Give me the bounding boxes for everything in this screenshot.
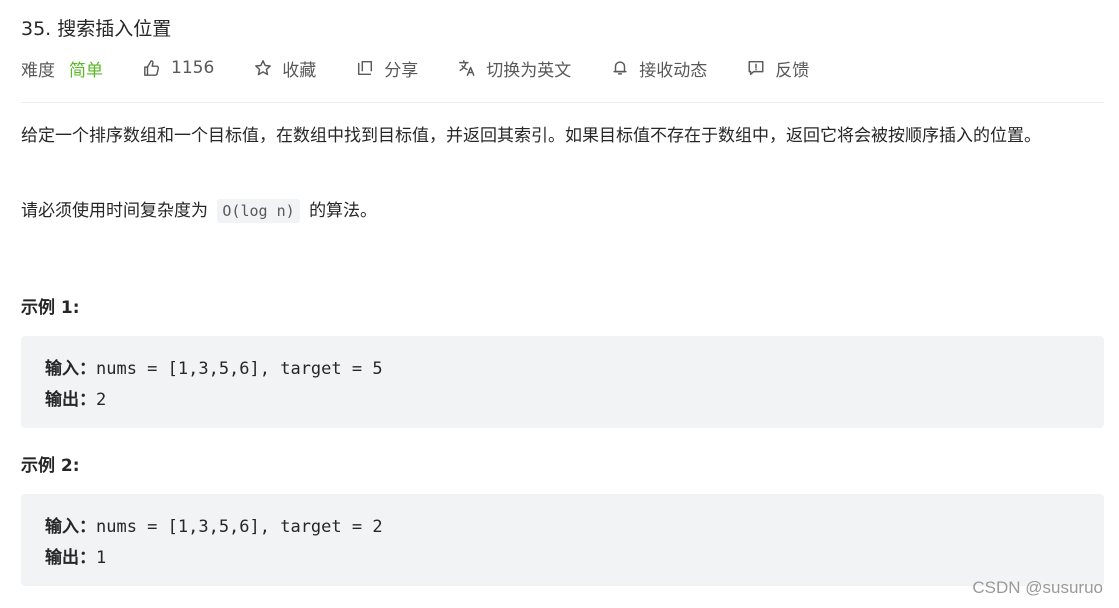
- output-label: 输出：: [45, 390, 96, 410]
- switch-language-button[interactable]: 切换为英文: [458, 56, 571, 81]
- share-label: 分享: [384, 60, 419, 81]
- feedback-icon: [748, 60, 764, 76]
- like-count: 1156: [171, 58, 215, 78]
- output-label: 输出：: [45, 548, 96, 568]
- requirement-prefix: 请必须使用时间复杂度为: [21, 201, 208, 221]
- example-2-output-line: 输出：1: [45, 543, 106, 568]
- complexity-requirement: 请必须使用时间复杂度为 O(log n) 的算法。: [21, 196, 378, 223]
- feedback-label: 反馈: [775, 60, 810, 81]
- favorite-button[interactable]: 收藏: [254, 56, 316, 81]
- bell-icon: [613, 61, 627, 75]
- like-button[interactable]: 1156: [143, 58, 214, 78]
- input-label: 输入：: [45, 517, 96, 537]
- subscribe-button[interactable]: 接收动态: [611, 56, 707, 81]
- example-2-output: 1: [96, 548, 107, 568]
- example-2-code-block: 输入：nums = [1,3,5,6], target = 2 输出：1: [21, 494, 1104, 586]
- example-1-input: nums = [1,3,5,6], target = 5: [96, 359, 383, 379]
- example-1-output-line: 输出：2: [45, 385, 106, 410]
- input-label: 输入：: [45, 359, 96, 379]
- problem-description: 给定一个排序数组和一个目标值，在数组中找到目标值，并返回其索引。如果目标值不存在…: [21, 126, 1041, 146]
- example-2-title: 示例 2:: [21, 456, 80, 476]
- header-divider: [21, 102, 1104, 103]
- problem-title: 35. 搜索插入位置: [21, 18, 172, 40]
- favorite-label: 收藏: [282, 60, 317, 81]
- thumbs-up-icon: [144, 60, 160, 76]
- share-button[interactable]: 分享: [356, 56, 418, 81]
- subscribe-label: 接收动态: [639, 60, 708, 81]
- requirement-suffix: 的算法。: [309, 201, 378, 221]
- example-2-input: nums = [1,3,5,6], target = 2: [96, 517, 383, 537]
- switch-language-label: 切换为英文: [486, 60, 572, 81]
- feedback-button[interactable]: 反馈: [747, 56, 809, 81]
- difficulty-label: 难度: [21, 60, 55, 81]
- difficulty-badge: 简单: [69, 60, 103, 81]
- csdn-watermark: CSDN @susuruo: [972, 578, 1103, 597]
- complexity-code: O(log n): [217, 199, 300, 223]
- example-1-input-line: 输入：nums = [1,3,5,6], target = 5: [45, 354, 383, 379]
- example-1-code-block: 输入：nums = [1,3,5,6], target = 5 输出：2: [21, 336, 1104, 428]
- example-1-output: 2: [96, 390, 107, 410]
- star-icon: [255, 60, 272, 76]
- share-icon: [358, 60, 373, 76]
- example-2-input-line: 输入：nums = [1,3,5,6], target = 2: [45, 512, 383, 537]
- translate-icon: [459, 60, 475, 76]
- problem-meta-bar: 难度 简单 1156 收藏 分享 切换为英文 接收动态 反馈: [21, 55, 849, 81]
- example-1-title: 示例 1:: [21, 298, 80, 318]
